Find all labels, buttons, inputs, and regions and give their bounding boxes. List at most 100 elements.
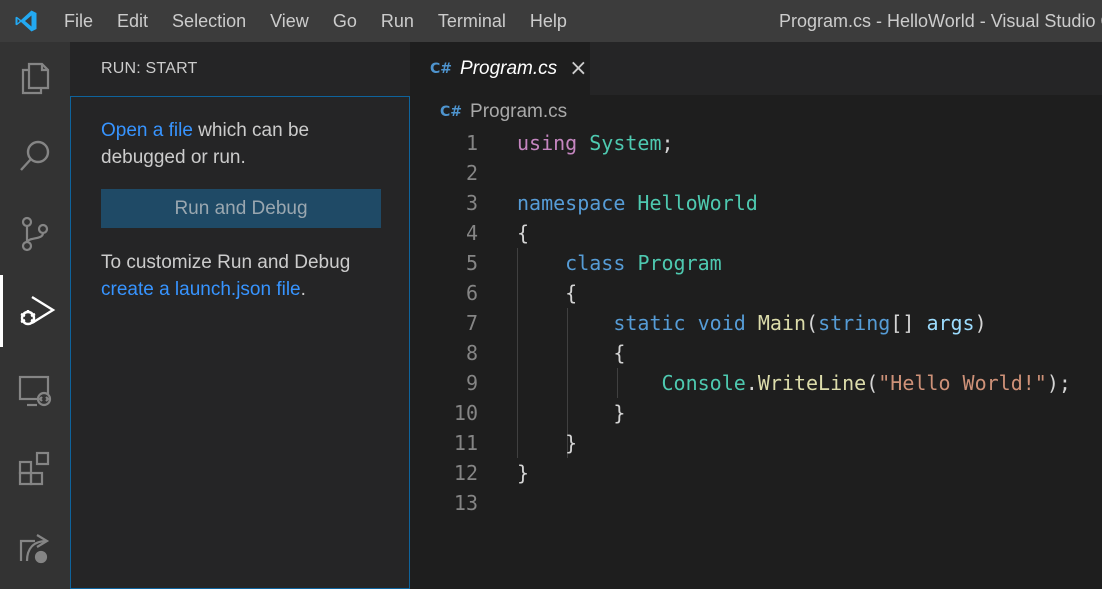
code-line[interactable]: 3 namespace HelloWorld: [410, 188, 1102, 218]
activity-bar: [0, 42, 70, 589]
code-token: HelloWorld: [637, 191, 758, 215]
code-line[interactable]: 8 {: [410, 338, 1102, 368]
activity-search[interactable]: [0, 120, 70, 192]
code-token: }: [517, 431, 578, 455]
open-file-link[interactable]: Open a file: [101, 120, 193, 141]
run-debug-sidebar: RUN: START Open a file which can be debu…: [70, 42, 410, 589]
code-token: (: [866, 371, 879, 395]
code-token: ;: [661, 131, 674, 155]
code-token: void: [697, 311, 746, 335]
customize-text: To customize Run and Debug: [101, 252, 351, 273]
line-number: 5: [465, 251, 478, 275]
line-source: static void Main(string[] args): [517, 308, 987, 338]
code-line[interactable]: 1 using System;: [410, 128, 1102, 158]
code-token: args: [926, 311, 975, 335]
code-token: WriteLine: [757, 371, 867, 395]
extensions-icon: [18, 451, 50, 486]
vscode-logo-icon: [15, 10, 37, 32]
tab-program-cs[interactable]: C# Program.cs ×: [410, 42, 590, 95]
line-number: 12: [453, 461, 478, 485]
code-line[interactable]: 10 }: [410, 398, 1102, 428]
run-and-debug-button[interactable]: Run and Debug: [101, 189, 381, 228]
line-number: 4: [465, 221, 478, 245]
line-number: 3: [465, 191, 478, 215]
code-token: {: [517, 341, 626, 365]
code-token: .: [745, 371, 758, 395]
open-file-message: Open a file which can be debugged or run…: [101, 117, 391, 171]
csharp-file-icon: C#: [430, 60, 453, 77]
live-share-icon: [19, 534, 50, 564]
code-token: []: [890, 311, 927, 335]
code-token: );: [1046, 371, 1071, 395]
run-start-view: Open a file which can be debugged or run…: [70, 96, 410, 589]
source-control-icon: [21, 216, 49, 252]
menu-edit[interactable]: Edit: [105, 0, 160, 42]
line-source: }: [517, 458, 529, 488]
activity-live-share[interactable]: [0, 511, 70, 583]
code-token: Main: [757, 311, 807, 335]
menu-selection[interactable]: Selection: [160, 0, 258, 42]
line-number: 11: [453, 431, 478, 455]
line-source: {: [517, 218, 529, 248]
menu-go[interactable]: Go: [321, 0, 369, 42]
code-token: using: [517, 131, 578, 155]
line-number: 13: [453, 491, 478, 515]
code-line[interactable]: 5 class Program: [410, 248, 1102, 278]
run-debug-icon: [19, 295, 55, 326]
line-number: 10: [453, 401, 478, 425]
window-title: Program.cs - HelloWorld - Visual Studio …: [779, 11, 1102, 31]
menu-help[interactable]: Help: [518, 0, 579, 42]
code-token: (: [806, 311, 819, 335]
code-line[interactable]: 4{: [410, 218, 1102, 248]
activity-source-control[interactable]: [0, 197, 70, 269]
line-source: {: [517, 278, 577, 308]
code-token: "Hello World!": [878, 371, 1047, 395]
menu-run[interactable]: Run: [369, 0, 426, 42]
code-token: string: [818, 311, 891, 335]
code-line[interactable]: 12}: [410, 458, 1102, 488]
customize-message: To customize Run and Debug create a launc…: [101, 249, 391, 303]
code-token: }: [517, 401, 626, 425]
explorer-icon: [21, 62, 50, 95]
menu-file[interactable]: File: [52, 0, 105, 42]
code-token: {: [517, 221, 530, 245]
code-line[interactable]: 2: [410, 158, 1102, 188]
breadcrumb[interactable]: C# Program.cs: [440, 98, 567, 126]
activity-remote-explorer[interactable]: [0, 354, 70, 426]
activity-run-debug[interactable]: [0, 275, 70, 347]
sidebar-title: RUN: START: [101, 60, 198, 77]
code-line[interactable]: 13: [410, 488, 1102, 518]
activity-extensions[interactable]: [0, 432, 70, 504]
code-token: namespace: [517, 191, 626, 215]
menu-view[interactable]: View: [258, 0, 321, 42]
code-token: Console: [661, 371, 746, 395]
line-source: using System;: [517, 128, 674, 158]
line-source: }: [517, 428, 577, 458]
remote-explorer-icon: [18, 375, 52, 407]
code-token: ): [974, 311, 987, 335]
code-line[interactable]: 6 {: [410, 278, 1102, 308]
line-number: 6: [465, 281, 478, 305]
code-token: static: [613, 311, 686, 335]
activity-explorer[interactable]: [0, 42, 70, 114]
create-launch-json-link[interactable]: create a launch.json file: [101, 279, 301, 300]
code-line[interactable]: 9 Console.WriteLine("Hello World!");: [410, 368, 1102, 398]
line-source: class Program: [517, 248, 722, 278]
code-line[interactable]: 11 }: [410, 428, 1102, 458]
menu-terminal[interactable]: Terminal: [426, 0, 518, 42]
code-line[interactable]: 7 static void Main(string[] args): [410, 308, 1102, 338]
code-token: }: [517, 461, 530, 485]
line-number: 9: [465, 371, 478, 395]
launch-suffix: .: [300, 279, 306, 300]
line-source: namespace HelloWorld: [517, 188, 758, 218]
menu-bar: File Edit Selection View Go Run Terminal…: [52, 0, 579, 42]
close-icon[interactable]: ×: [569, 57, 587, 80]
breadcrumb-file: Program.cs: [470, 101, 568, 122]
tab-label: Program.cs: [460, 57, 558, 79]
